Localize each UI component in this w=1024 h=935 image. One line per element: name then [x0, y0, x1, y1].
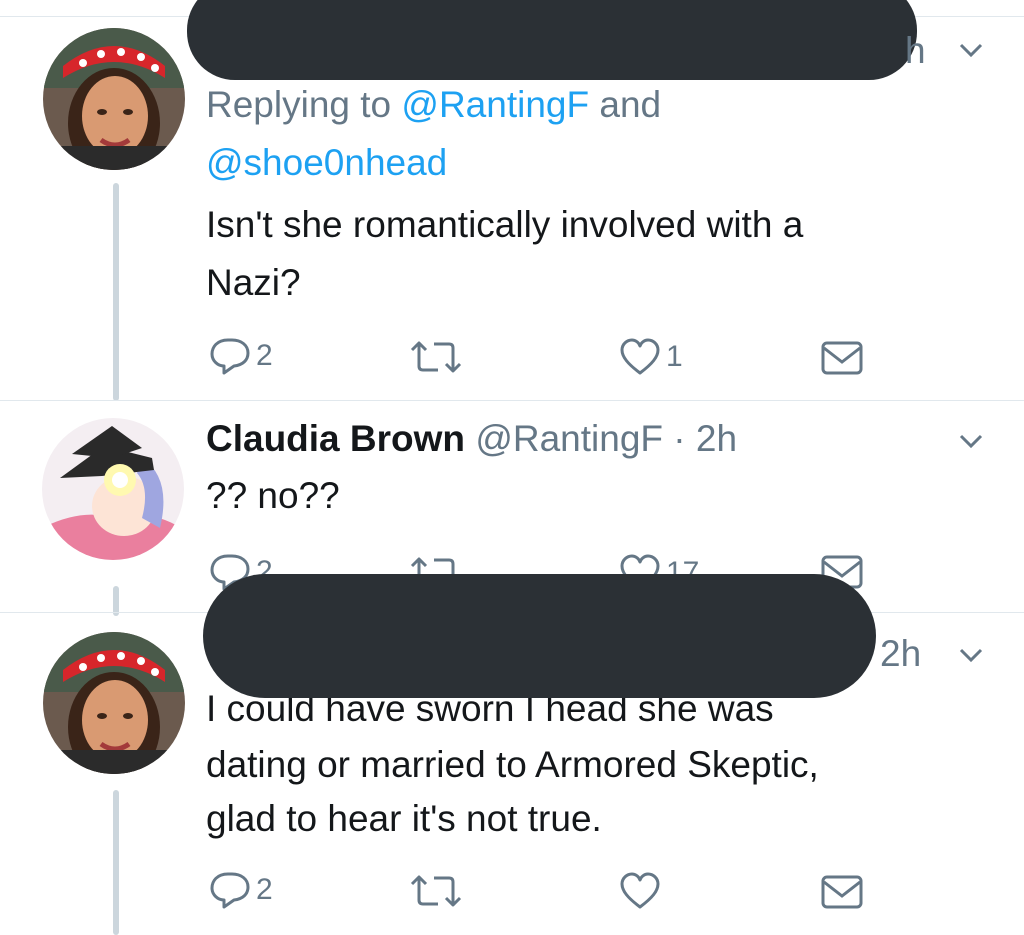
time-separator: · — [663, 418, 696, 459]
user-handle[interactable]: @RantingF — [475, 418, 663, 459]
retweet-icon — [410, 341, 462, 373]
reply-count: 2 — [256, 339, 273, 372]
replying-to: Replying to @RantingF and — [206, 76, 661, 134]
like-button[interactable] — [618, 871, 666, 911]
retweet-button[interactable] — [408, 872, 464, 910]
dm-icon — [821, 875, 863, 909]
reply-count: 2 — [256, 873, 273, 906]
dm-icon — [821, 341, 863, 375]
mention-link-1[interactable]: @RantingF — [401, 84, 589, 125]
thread-line — [113, 790, 119, 935]
redaction-bar — [187, 0, 917, 80]
tweet-time: h — [905, 30, 926, 71]
thread-line — [113, 183, 119, 401]
retweet-button[interactable] — [408, 338, 464, 376]
like-icon — [620, 338, 660, 375]
like-count: 1 — [666, 340, 683, 373]
tweet-text-line: glad to hear it's not true. — [206, 798, 602, 839]
avatar-user-1[interactable] — [43, 632, 185, 774]
reply-button[interactable]: 2 — [208, 870, 273, 910]
reply-icon — [210, 338, 250, 375]
like-icon — [620, 872, 660, 909]
chevron-down-icon[interactable] — [956, 426, 986, 456]
tweet-time[interactable]: 2h — [696, 418, 737, 459]
tweet-text: ?? no?? — [206, 475, 340, 516]
reply-button[interactable]: 2 — [208, 336, 273, 376]
tweet-text-line: Isn't she romantically involved with a — [206, 204, 804, 245]
tweet-text-line: Nazi? — [206, 262, 301, 303]
tweet-time[interactable]: 2h — [880, 633, 921, 675]
like-button[interactable]: 1 — [618, 337, 683, 377]
replying-conjunction: and — [589, 84, 662, 125]
avatar-user-2[interactable] — [42, 418, 184, 560]
redaction-bar — [203, 574, 876, 698]
avatar-user-1[interactable] — [43, 28, 185, 170]
replying-label: Replying to — [206, 84, 402, 125]
retweet-icon — [410, 875, 462, 907]
display-name[interactable]: Claudia Brown — [206, 418, 465, 459]
tweet-text-line: dating or married to Armored Skeptic, — [206, 744, 819, 785]
reply-icon — [210, 872, 250, 909]
chevron-down-icon[interactable] — [956, 35, 986, 65]
chevron-down-icon[interactable] — [956, 640, 986, 670]
dm-button[interactable] — [820, 340, 864, 376]
mention-link-2[interactable]: @shoe0nhead — [206, 134, 447, 192]
dm-button[interactable] — [820, 874, 864, 910]
divider — [0, 400, 1024, 401]
tweet-header: Claudia Brown @RantingF · 2h — [206, 410, 737, 468]
